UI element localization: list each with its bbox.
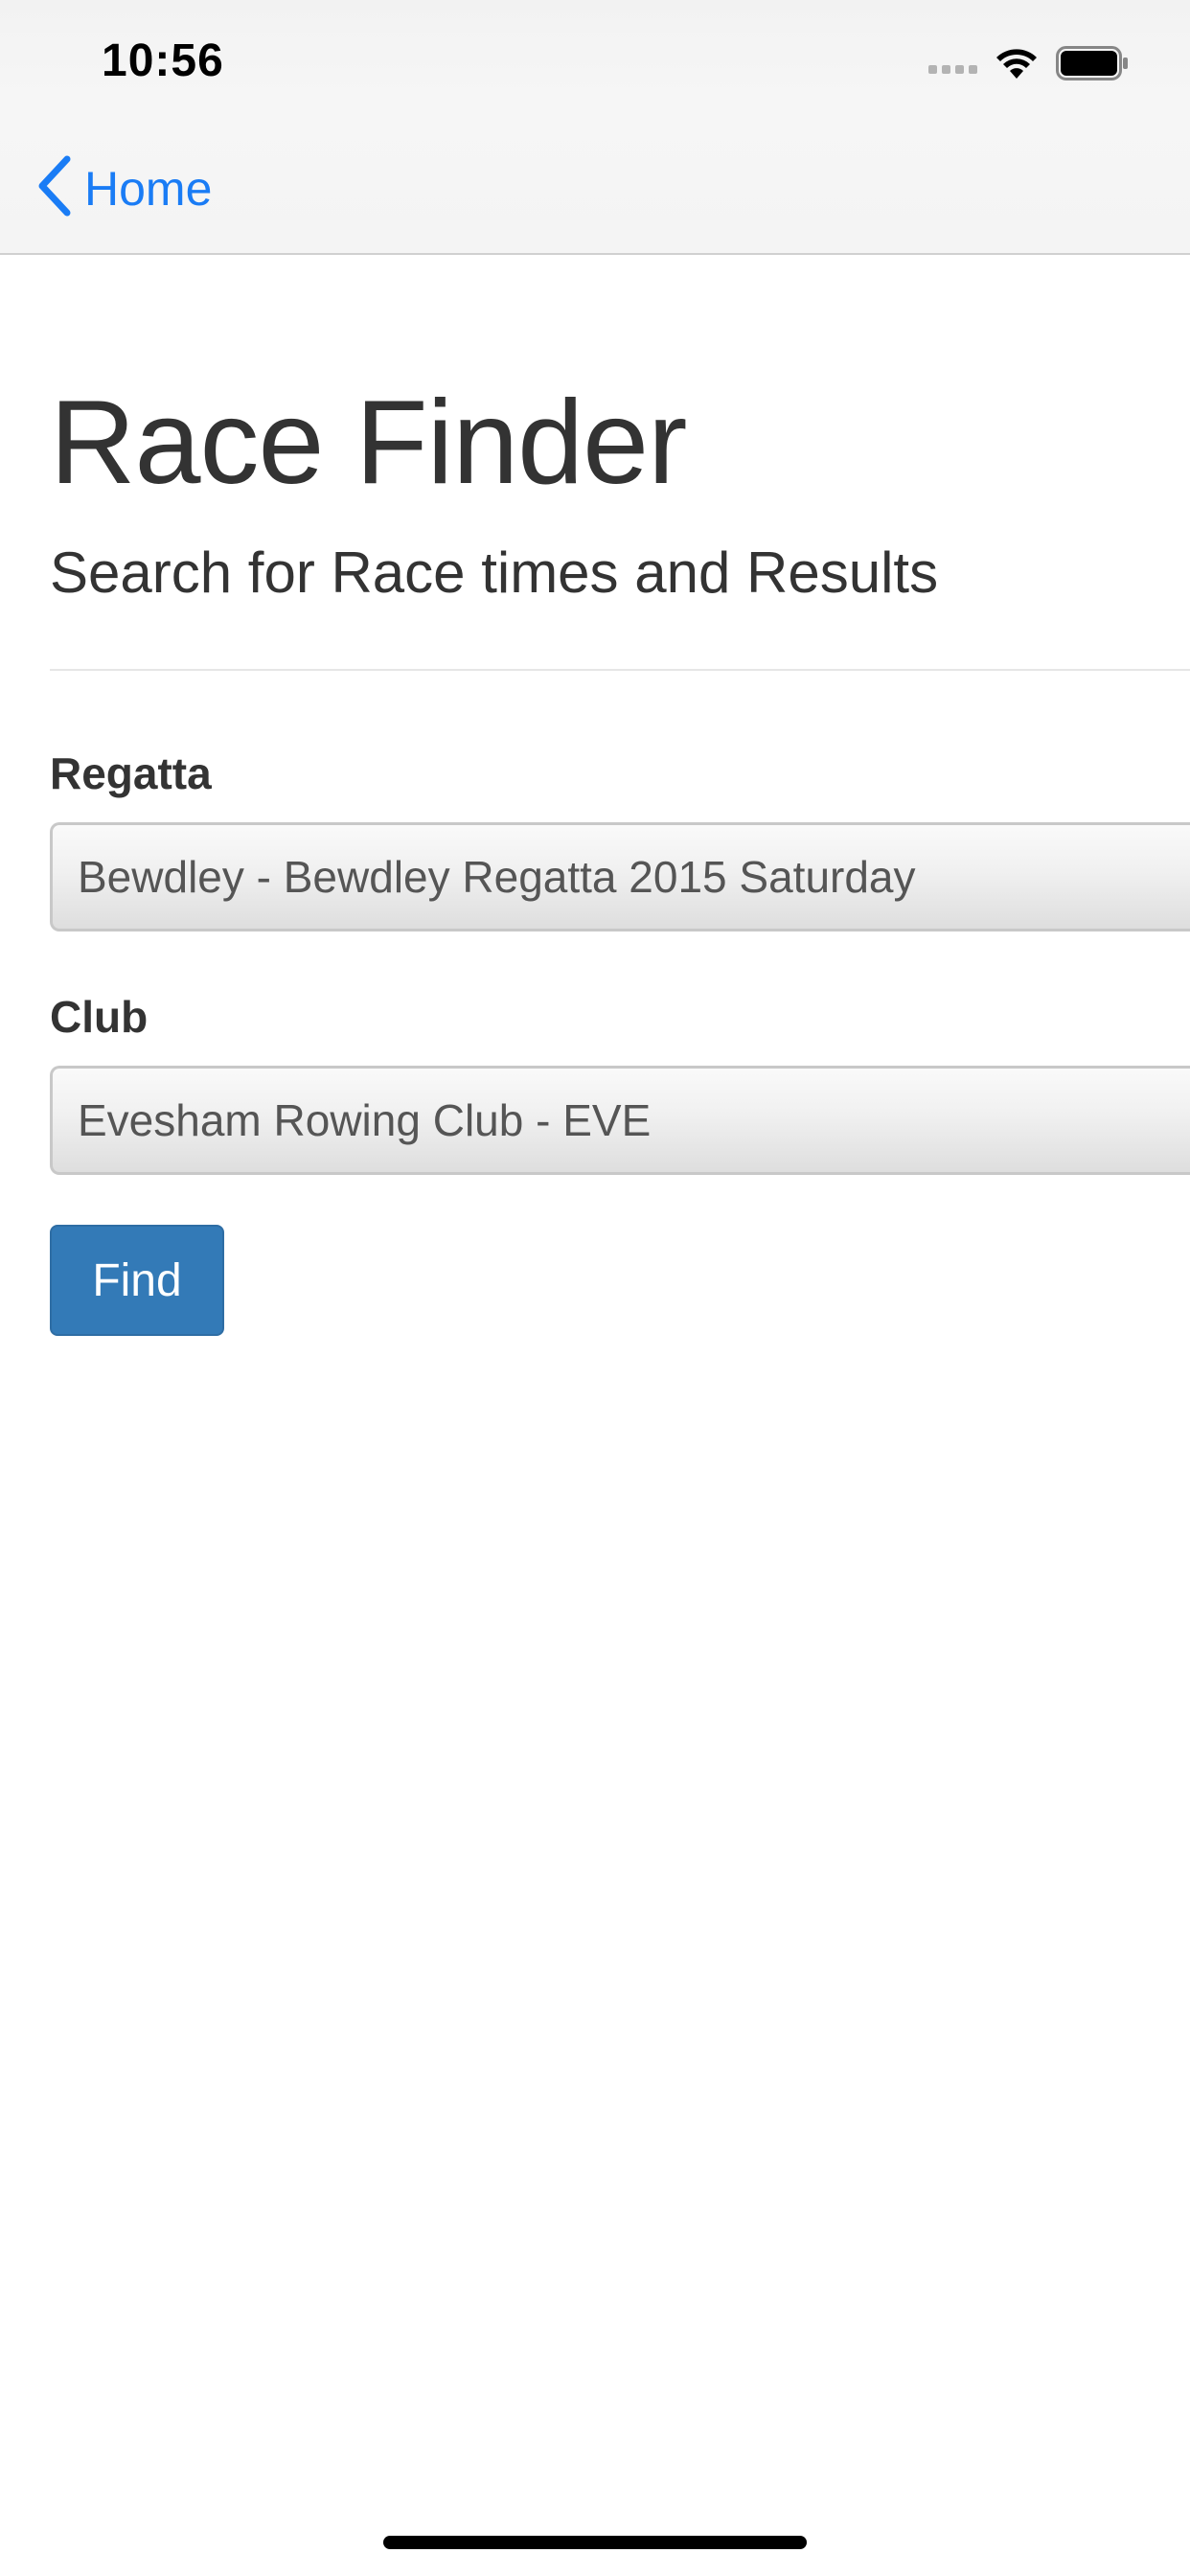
status-indicators xyxy=(928,44,1129,82)
wifi-icon xyxy=(995,46,1039,80)
back-button[interactable]: Home xyxy=(34,155,212,221)
regatta-label: Regatta xyxy=(50,748,212,798)
club-selected-value: Evesham Rowing Club - EVE xyxy=(78,1095,652,1145)
club-label: Club xyxy=(50,992,149,1042)
status-time: 10:56 xyxy=(102,35,224,86)
regatta-selected-value: Bewdley - Bewdley Regatta 2015 Saturday xyxy=(78,852,916,902)
screen: 10:56 Home Race Finder Search for Race t… xyxy=(0,0,1190,2576)
back-button-label: Home xyxy=(84,161,213,216)
home-indicator[interactable] xyxy=(383,2536,807,2549)
find-button[interactable]: Find xyxy=(50,1225,224,1336)
divider xyxy=(50,669,1190,671)
club-select[interactable]: Evesham Rowing Club - EVE xyxy=(50,1066,1190,1175)
chevron-left-icon xyxy=(34,155,73,221)
cellular-signal-icon xyxy=(928,64,977,74)
page-subtitle: Search for Race times and Results xyxy=(50,540,939,605)
battery-icon xyxy=(1056,46,1129,80)
page-title: Race Finder xyxy=(50,377,687,509)
regatta-select[interactable]: Bewdley - Bewdley Regatta 2015 Saturday xyxy=(50,822,1190,932)
navigation-header: 10:56 Home xyxy=(0,0,1190,255)
